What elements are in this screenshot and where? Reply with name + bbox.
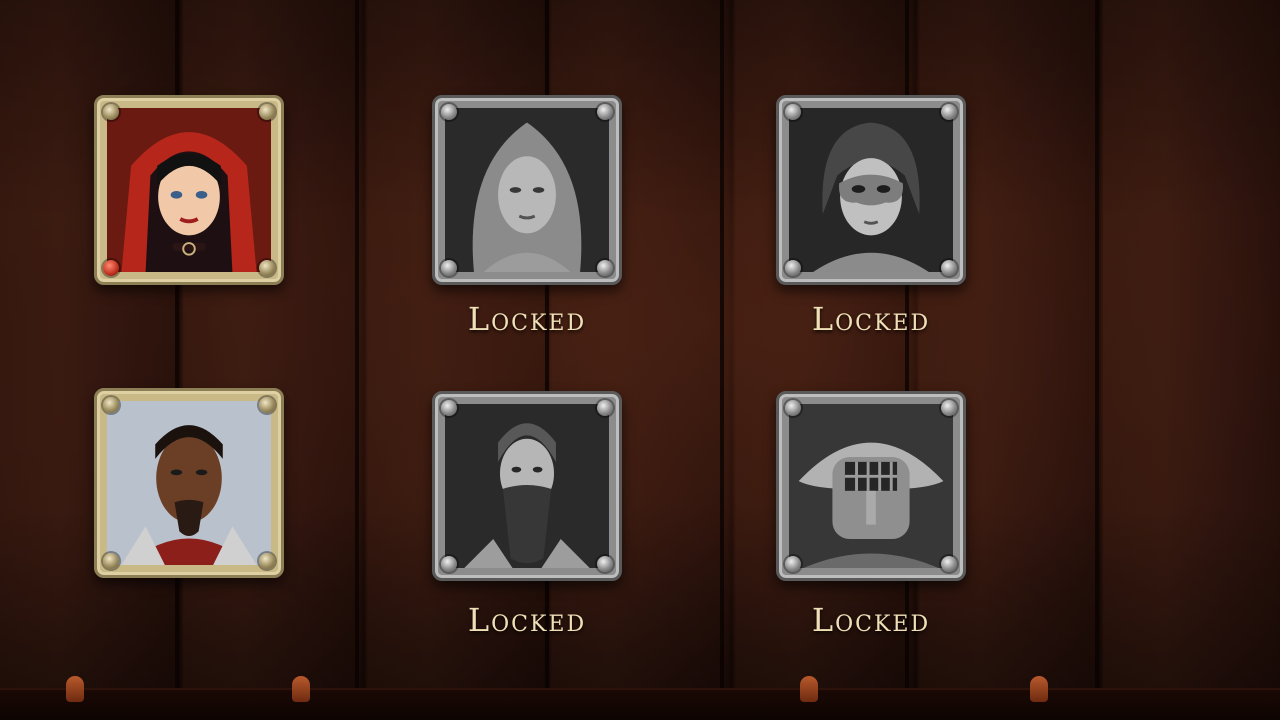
plank-seam: [720, 0, 724, 720]
rivet-icon: [597, 104, 613, 120]
floor-rail: [0, 688, 1280, 720]
rivet-icon: [785, 260, 801, 276]
rivet-icon: [785, 104, 801, 120]
rivet-icon: [441, 104, 457, 120]
rivet-icon: [259, 104, 275, 120]
character-card-hooded-woman[interactable]: [94, 95, 284, 285]
long-hair-woman-portrait-icon: [445, 108, 609, 272]
character-card-masked-woman[interactable]: [776, 95, 966, 285]
rivet-icon: [103, 104, 119, 120]
gladiator-helmet-portrait-icon: [789, 404, 953, 568]
rivet-icon: [441, 556, 457, 572]
rivet-icon: [103, 397, 119, 413]
rivet-icon: [441, 260, 457, 276]
rivet-icon: [941, 260, 957, 276]
locked-label: Locked: [467, 300, 587, 338]
wooden-peg-icon: [1030, 676, 1048, 702]
wooden-peg-icon: [800, 676, 818, 702]
locked-label: Locked: [467, 601, 587, 639]
rivet-icon: [941, 104, 957, 120]
wooden-peg-icon: [292, 676, 310, 702]
rivet-icon: [259, 553, 275, 569]
rivet-icon: [259, 397, 275, 413]
rivet-icon: [103, 260, 119, 276]
wooden-peg-icon: [66, 676, 84, 702]
rivet-icon: [785, 556, 801, 572]
masked-woman-portrait-icon: [789, 108, 953, 272]
rivet-icon: [441, 400, 457, 416]
character-card-braided-beard-man[interactable]: [432, 391, 622, 581]
rivet-icon: [103, 553, 119, 569]
braided-beard-man-portrait-icon: [445, 404, 609, 568]
rivet-icon: [785, 400, 801, 416]
plank-seam: [355, 0, 359, 720]
rivet-icon: [941, 400, 957, 416]
character-card-goatee-man[interactable]: [94, 388, 284, 578]
rivet-icon: [259, 260, 275, 276]
rivet-icon: [597, 400, 613, 416]
locked-label: Locked: [811, 300, 931, 338]
goatee-man-portrait-icon: [107, 401, 271, 565]
locked-label: Locked: [811, 601, 931, 639]
plank-seam: [1095, 0, 1099, 720]
rivet-icon: [597, 260, 613, 276]
rivet-icon: [597, 556, 613, 572]
character-card-long-hair-woman[interactable]: [432, 95, 622, 285]
character-card-helmet-gladiator[interactable]: [776, 391, 966, 581]
red-hood-woman-portrait-icon: [107, 108, 271, 272]
rivet-icon: [941, 556, 957, 572]
